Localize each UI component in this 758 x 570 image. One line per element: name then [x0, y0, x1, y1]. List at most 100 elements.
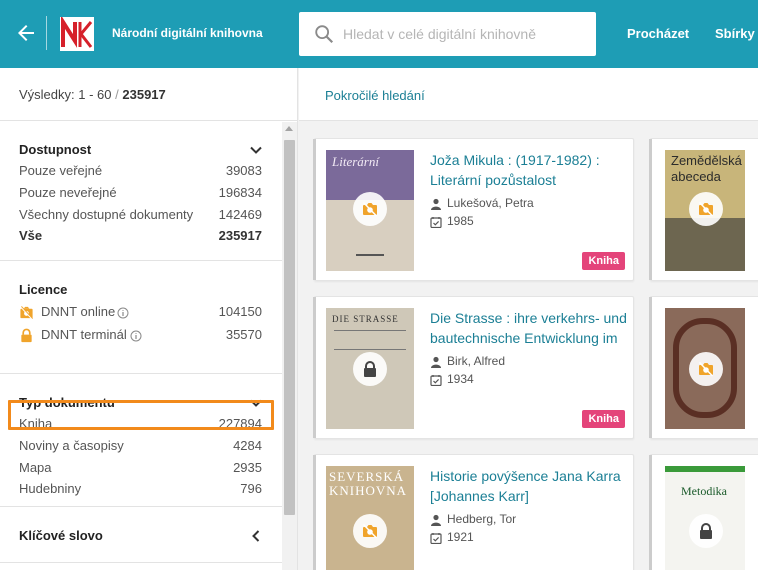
- card-year: 1934: [430, 372, 630, 388]
- chevron-left-icon[interactable]: [249, 529, 263, 543]
- facet-item[interactable]: Všechny dostupné dokumenty 142469: [0, 205, 282, 226]
- thumbnail-text: Zemědělská abeceda: [671, 153, 742, 184]
- result-card[interactable]: Literární Joža Mikula : (1917-1982) : Li…: [313, 138, 634, 281]
- result-card[interactable]: [649, 296, 758, 439]
- card-title[interactable]: Historie povýšence Jana Karra [Johannes …: [430, 466, 630, 506]
- card-title[interactable]: Die Strasse : ihre verkehrs- und bautech…: [430, 308, 630, 348]
- scrollbar-thumb[interactable]: [284, 140, 295, 515]
- facet-keyword[interactable]: Klíčové slovo: [0, 508, 282, 563]
- facet-item-label: Kniha: [19, 416, 53, 431]
- facet-item-label: Všechny dostupné dokumenty: [19, 207, 194, 222]
- facet-item-selected[interactable]: Vše 235917: [0, 226, 282, 247]
- info-icon[interactable]: [130, 330, 142, 342]
- result-card[interactable]: Zemědělská abeceda: [649, 138, 758, 281]
- filter-panel: Výsledky: 1 - 60 / 235917 Dostupnost Pou…: [0, 68, 298, 570]
- result-card[interactable]: DIE STRASSE Die Strasse : ihre verkehrs-…: [313, 296, 634, 439]
- doc-type-badge: Kniha: [582, 252, 625, 270]
- book-thumbnail[interactable]: [665, 308, 745, 429]
- card-author: Lukešová, Petra: [430, 196, 630, 212]
- result-card[interactable]: Metodika: [649, 454, 758, 570]
- person-icon: [431, 514, 441, 526]
- facet-item-count: 104150: [218, 304, 262, 319]
- results-separator: /: [115, 87, 119, 102]
- back-arrow-icon[interactable]: [14, 21, 38, 45]
- publication-year: 1921: [447, 530, 474, 544]
- access-overlay: [689, 352, 723, 386]
- lock-icon: [700, 523, 712, 539]
- facet-item-count: 4284: [233, 438, 262, 453]
- card-year: 1921: [430, 530, 630, 546]
- info-icon[interactable]: [117, 307, 129, 319]
- facet-item[interactable]: DNNT terminál 35570: [0, 325, 282, 346]
- facet-doc-type: Typ dokumentu Kniha 227894 Noviny a časo…: [0, 375, 282, 507]
- doc-type-badge: Kniha: [582, 410, 625, 428]
- lock-icon: [364, 361, 376, 377]
- card-accent: [649, 297, 652, 438]
- card-title[interactable]: Joža Mikula : (1917-1982) : Literární po…: [430, 150, 630, 190]
- facet-availability: Dostupnost Pouze veřejné 39083 Pouze nev…: [0, 122, 282, 261]
- book-thumbnail[interactable]: DIE STRASSE: [326, 308, 414, 429]
- card-accent: [313, 297, 316, 438]
- author-name: Birk, Alfred: [447, 354, 506, 368]
- facet-item-count: 196834: [218, 185, 262, 200]
- nk-logo[interactable]: [60, 15, 94, 51]
- scroll-up-arrow-icon[interactable]: [285, 126, 293, 131]
- facet-license: Licence DNNT online 104150 DNNT terminál…: [0, 262, 282, 374]
- thumbnail-text: DIE STRASSE: [332, 314, 399, 324]
- person-icon: [431, 198, 441, 210]
- facet-item[interactable]: Pouze veřejné 39083: [0, 161, 282, 182]
- facet-item-label: Hudebniny: [19, 481, 82, 496]
- book-thumbnail[interactable]: Zemědělská abeceda: [665, 150, 745, 271]
- publication-year: 1934: [447, 372, 474, 386]
- facet-item-label: Pouze veřejné: [19, 163, 103, 178]
- calendar-check-icon: [430, 375, 442, 386]
- thumbnail-text: Literární: [332, 154, 379, 169]
- access-overlay: [353, 352, 387, 386]
- facet-item-label: Vše: [19, 228, 43, 243]
- facet-item-count: 227894: [218, 416, 262, 431]
- facet-item-count: 35570: [225, 327, 262, 342]
- facet-item[interactable]: Pouze neveřejné 196834: [0, 183, 282, 204]
- author-name: Lukešová, Petra: [447, 196, 534, 210]
- facet-item-count: 796: [240, 481, 262, 496]
- advanced-search-link[interactable]: Pokročilé hledání: [325, 88, 425, 103]
- facet-item[interactable]: Mapa 2935: [0, 458, 282, 479]
- filter-scrollbar[interactable]: [282, 122, 297, 570]
- facet-item[interactable]: Noviny a časopisy 4284: [0, 436, 282, 457]
- nav-collections[interactable]: Sbírky: [715, 26, 755, 41]
- facet-item-label: Noviny a časopisy: [19, 438, 124, 453]
- lock-icon: [21, 328, 32, 343]
- facet-title-availability[interactable]: Dostupnost: [19, 142, 91, 157]
- card-author: Birk, Alfred: [430, 354, 630, 370]
- facet-title-license[interactable]: Licence: [19, 282, 67, 297]
- book-thumbnail[interactable]: Literární: [326, 150, 414, 271]
- top-header: Národní digitální knihovna Procházet Sbí…: [0, 0, 758, 68]
- author-name: Hedberg, Tor: [447, 512, 517, 526]
- dnnt-online-icon: [362, 201, 378, 217]
- nav-browse[interactable]: Procházet: [627, 26, 689, 41]
- result-card[interactable]: SEVERSKÁ KNIHOVNA Historie povýšence Jan…: [313, 454, 634, 570]
- library-title[interactable]: Národní digitální knihovna: [112, 26, 263, 40]
- chevron-down-icon[interactable]: [249, 396, 263, 410]
- dnnt-online-icon: [698, 361, 714, 377]
- search-input[interactable]: [343, 12, 588, 56]
- book-thumbnail[interactable]: SEVERSKÁ KNIHOVNA: [326, 466, 414, 570]
- search-box[interactable]: [299, 12, 596, 56]
- access-overlay: [353, 192, 387, 226]
- card-accent: [313, 139, 316, 280]
- dnnt-online-icon: [698, 201, 714, 217]
- chevron-down-icon[interactable]: [249, 143, 263, 157]
- card-accent: [313, 455, 316, 570]
- thumbnail-stripe: [665, 466, 745, 472]
- facet-item-label: DNNT online: [41, 304, 116, 319]
- facet-title-keyword[interactable]: Klíčové slovo: [19, 528, 103, 543]
- facet-item[interactable]: Hudebniny 796: [0, 479, 282, 500]
- facet-item[interactable]: DNNT online 104150: [0, 302, 282, 323]
- facet-item[interactable]: Kniha 227894: [0, 414, 282, 435]
- search-icon[interactable]: [313, 23, 335, 45]
- results-summary: Výsledky: 1 - 60 / 235917: [0, 68, 297, 121]
- facet-title-doc-type[interactable]: Typ dokumentu: [19, 395, 115, 410]
- card-year: 1985: [430, 214, 630, 230]
- card-accent: [649, 139, 652, 280]
- book-thumbnail[interactable]: Metodika: [665, 466, 745, 570]
